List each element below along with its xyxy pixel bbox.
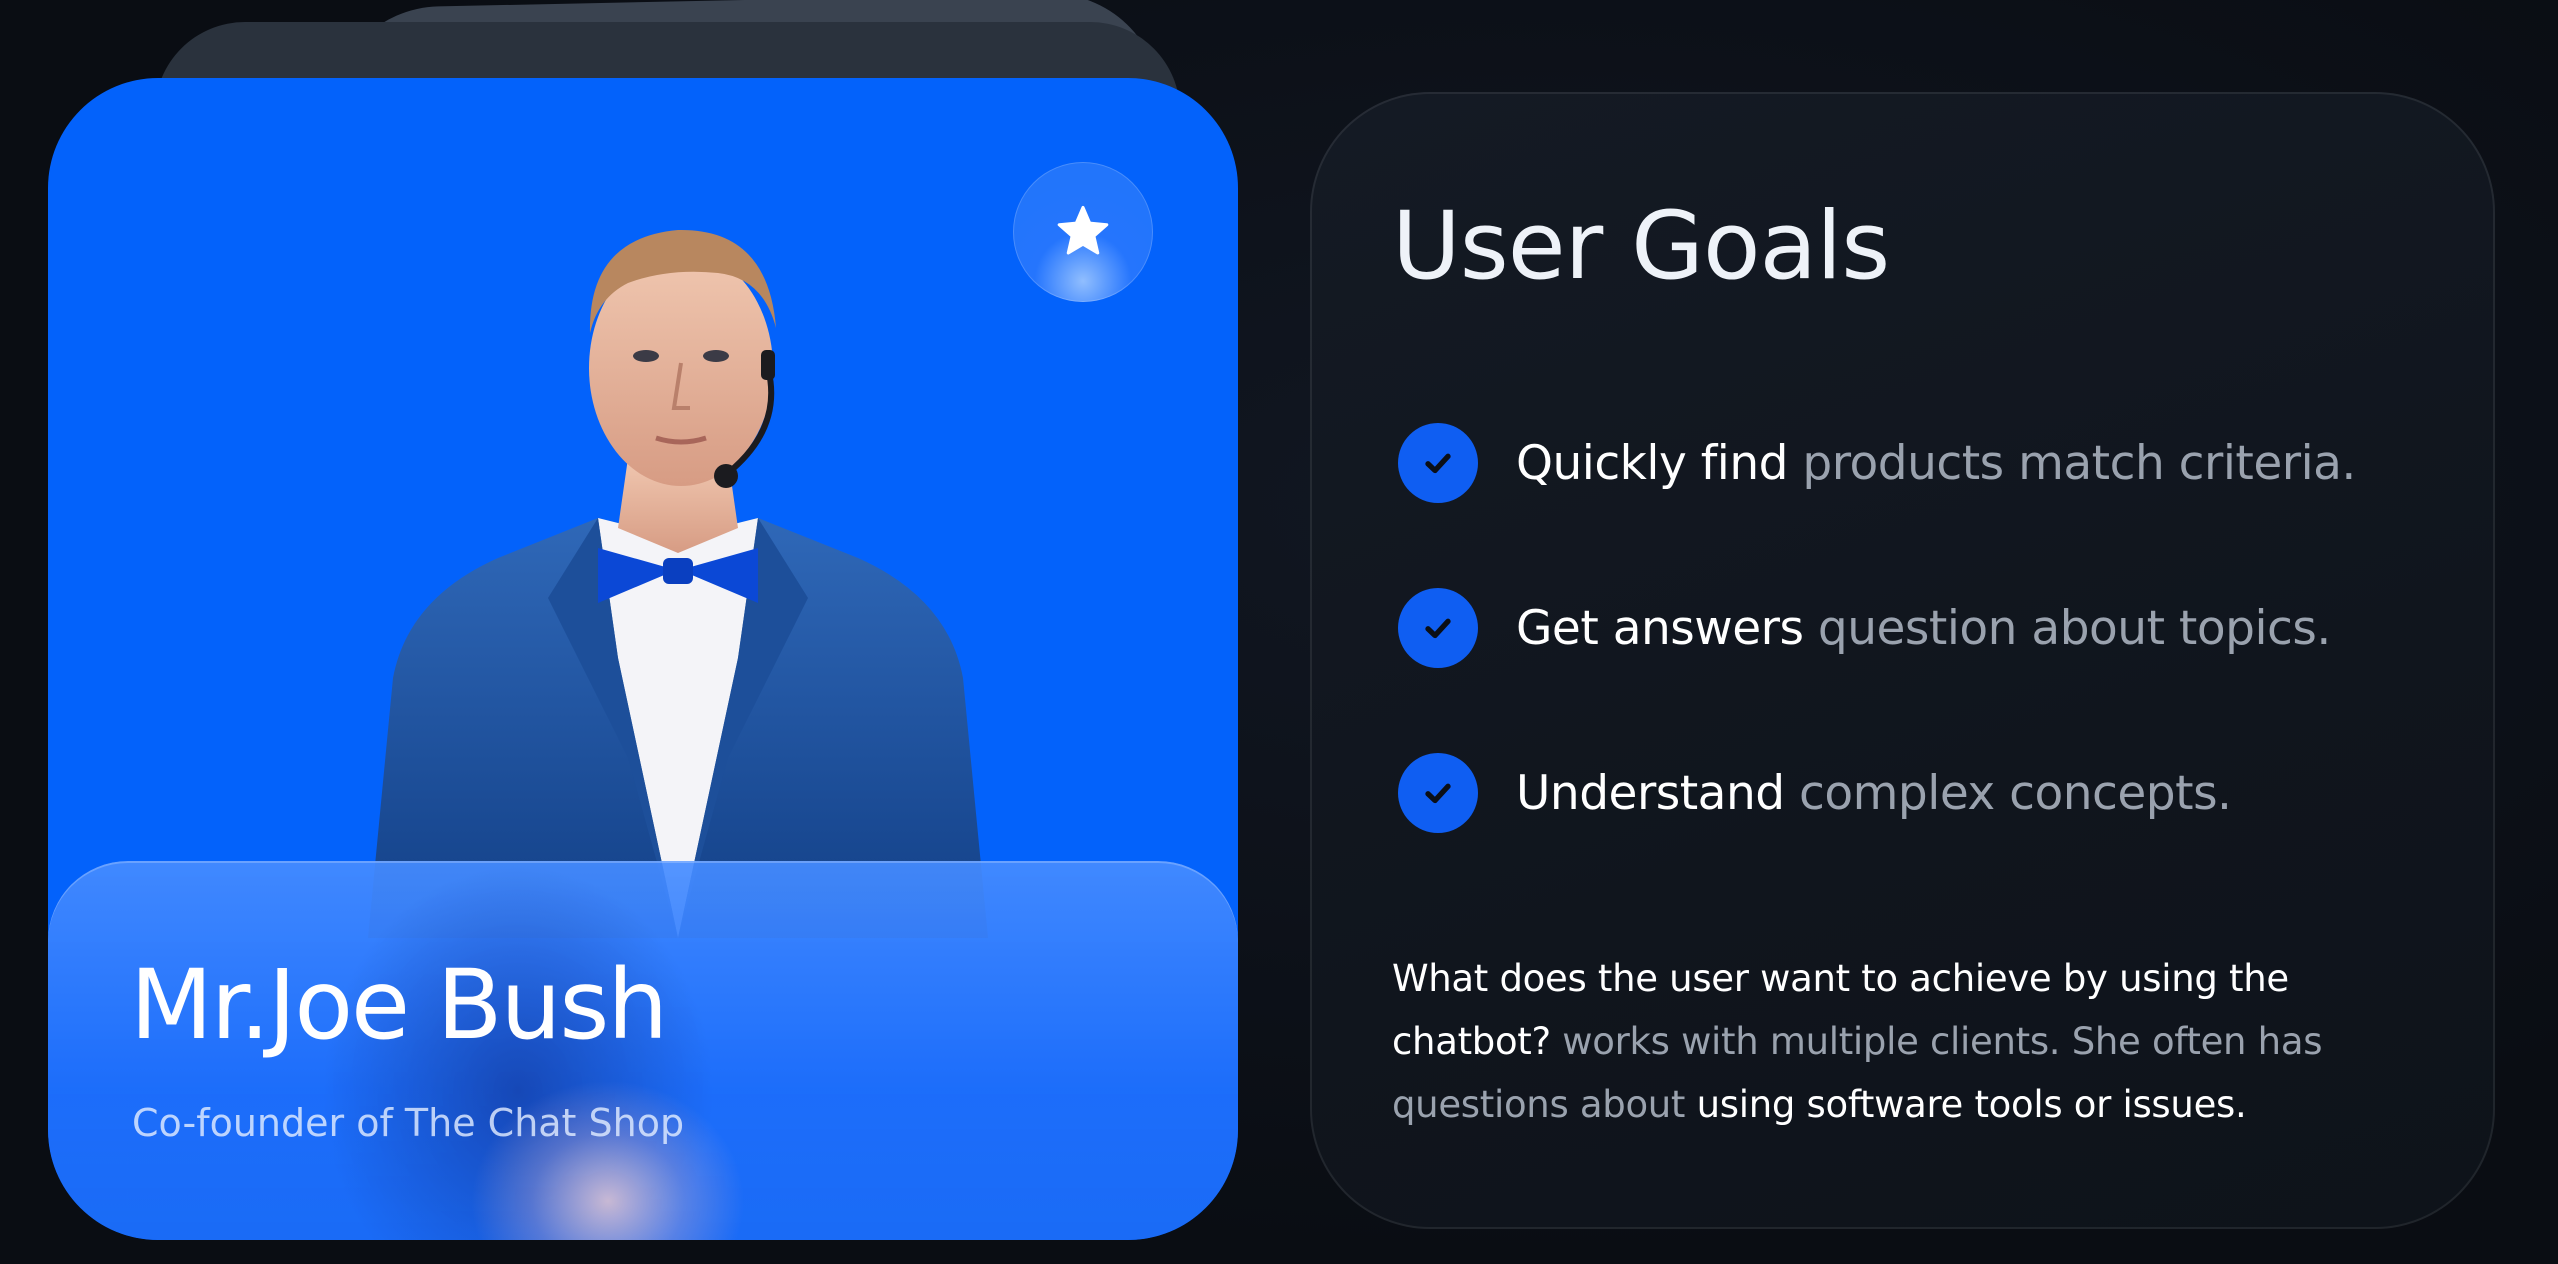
- name-panel: Mr.Joe Bush Co-founder of The Chat Shop: [48, 861, 1238, 1240]
- description-end: using software tools or issues.: [1696, 1083, 2247, 1126]
- goal-item: Get answers question about topics.: [1398, 587, 2356, 669]
- check-icon: [1398, 753, 1478, 833]
- user-goals-card: User Goals Quickly find products match c…: [1310, 92, 2495, 1229]
- goal-list: Quickly find products match criteria. Ge…: [1398, 422, 2356, 917]
- goal-rest: complex concepts.: [1784, 765, 2232, 821]
- goal-bold: Understand: [1516, 765, 1785, 821]
- goal-item: Understand complex concepts.: [1398, 752, 2356, 834]
- goals-description: What does the user want to achieve by us…: [1392, 947, 2402, 1136]
- star-icon: [1057, 205, 1109, 255]
- goal-text: Get answers question about topics.: [1516, 601, 2331, 656]
- check-icon: [1398, 423, 1478, 503]
- goal-bold: Quickly find: [1516, 435, 1788, 491]
- goal-item: Quickly find products match criteria.: [1398, 422, 2356, 504]
- goal-bold: Get answers: [1516, 600, 1804, 656]
- person-role: Co-founder of The Chat Shop: [132, 1101, 685, 1145]
- profile-card[interactable]: Mr.Joe Bush Co-founder of The Chat Shop: [48, 78, 1238, 1240]
- portrait-image: [368, 229, 988, 938]
- goal-text: Understand complex concepts.: [1516, 766, 2232, 821]
- goal-rest: products match criteria.: [1787, 435, 2356, 491]
- stage: Mr.Joe Bush Co-founder of The Chat Shop …: [0, 0, 2558, 1264]
- goals-title: User Goals: [1392, 192, 1890, 301]
- favorite-button[interactable]: [1013, 162, 1153, 302]
- person-name: Mr.Joe Bush: [130, 949, 668, 1061]
- goal-rest: question about topics.: [1803, 600, 2331, 656]
- check-icon: [1398, 588, 1478, 668]
- goal-text: Quickly find products match criteria.: [1516, 436, 2356, 491]
